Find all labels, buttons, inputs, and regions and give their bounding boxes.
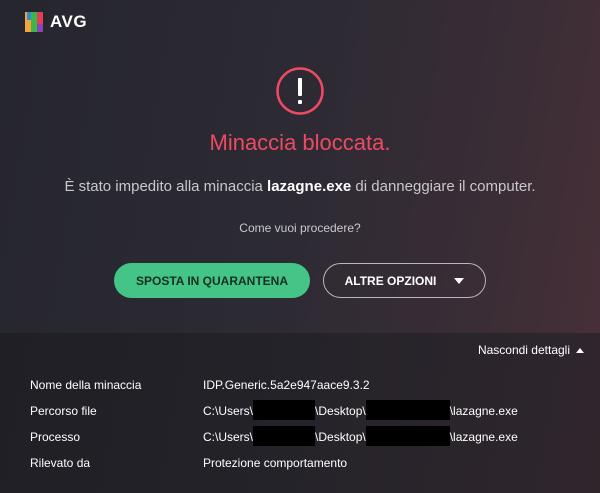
- quarantine-button-label: SPOSTA IN QUARANTENA: [135, 273, 288, 288]
- detail-value: C:\Users\ \Desktop\ \lazagne.exe: [203, 426, 518, 446]
- desc-suffix: di danneggiare il computer.: [351, 178, 536, 195]
- avg-logo-icon: [25, 12, 43, 32]
- detail-label: Rilevato da: [30, 456, 91, 470]
- detail-value: C:\Users\ \Desktop\ \lazagne.exe: [203, 400, 518, 420]
- redacted-block: [253, 400, 316, 420]
- more-options-button-label: ALTRE OPZIONI: [344, 273, 437, 288]
- quarantine-button[interactable]: SPOSTA IN QUARANTENA: [114, 263, 310, 298]
- detail-row-file-path: Percorso file C:\Users\ \Desktop\ \lazagne…: [0, 400, 600, 424]
- detail-row-threat-name: Nome della minaccia IDP.Generic.5a2e947a…: [0, 378, 600, 398]
- exclamation-circle-icon: [276, 67, 324, 115]
- redacted-block: [365, 426, 450, 446]
- hide-details-label: Nascondi dettagli: [477, 343, 570, 357]
- redacted-block: [365, 400, 450, 420]
- alert-title: Minaccia bloccata.: [209, 130, 391, 155]
- threat-name: lazagne.exe: [267, 178, 352, 195]
- path-part: \lazagne.exe: [449, 430, 518, 445]
- chevron-up-icon: [576, 347, 584, 353]
- logo-text: AVG: [50, 12, 88, 31]
- more-options-button[interactable]: ALTRE OPZIONI: [323, 263, 486, 298]
- path-part: C:\Users\: [203, 404, 254, 419]
- detail-label: Processo: [30, 430, 81, 444]
- path-part: C:\Users\: [203, 430, 254, 445]
- action-question: Come vuoi procedere?: [239, 221, 361, 235]
- detail-row-detected-by: Rilevato da Protezione comportamento: [0, 456, 600, 476]
- detail-value: IDP.Generic.5a2e947aace9.3.2: [203, 378, 370, 392]
- detail-value: Protezione comportamento: [203, 456, 348, 470]
- desc-prefix: È stato impedito alla minaccia: [64, 178, 268, 195]
- path-part: \Desktop\: [315, 430, 366, 445]
- detail-label: Percorso file: [30, 404, 97, 418]
- detail-label: Nome della minaccia: [30, 378, 142, 392]
- avg-alert-window: AVG Minaccia bloccata. È stato impedito …: [0, 0, 600, 493]
- alert-description: È stato impedito alla minaccia lazagne.e…: [0, 178, 600, 195]
- detail-row-process: Processo C:\Users\ \Desktop\ \lazagne.exe: [0, 426, 600, 450]
- path-part: \lazagne.exe: [449, 404, 518, 419]
- hide-details-toggle[interactable]: Nascondi dettagli: [478, 343, 584, 357]
- path-part: \Desktop\: [315, 404, 366, 419]
- chevron-down-icon: [454, 277, 465, 284]
- details-panel: Nascondi dettagli Nome della minaccia ID…: [0, 333, 600, 493]
- avg-logo: AVG: [24, 10, 87, 34]
- redacted-block: [253, 426, 316, 446]
